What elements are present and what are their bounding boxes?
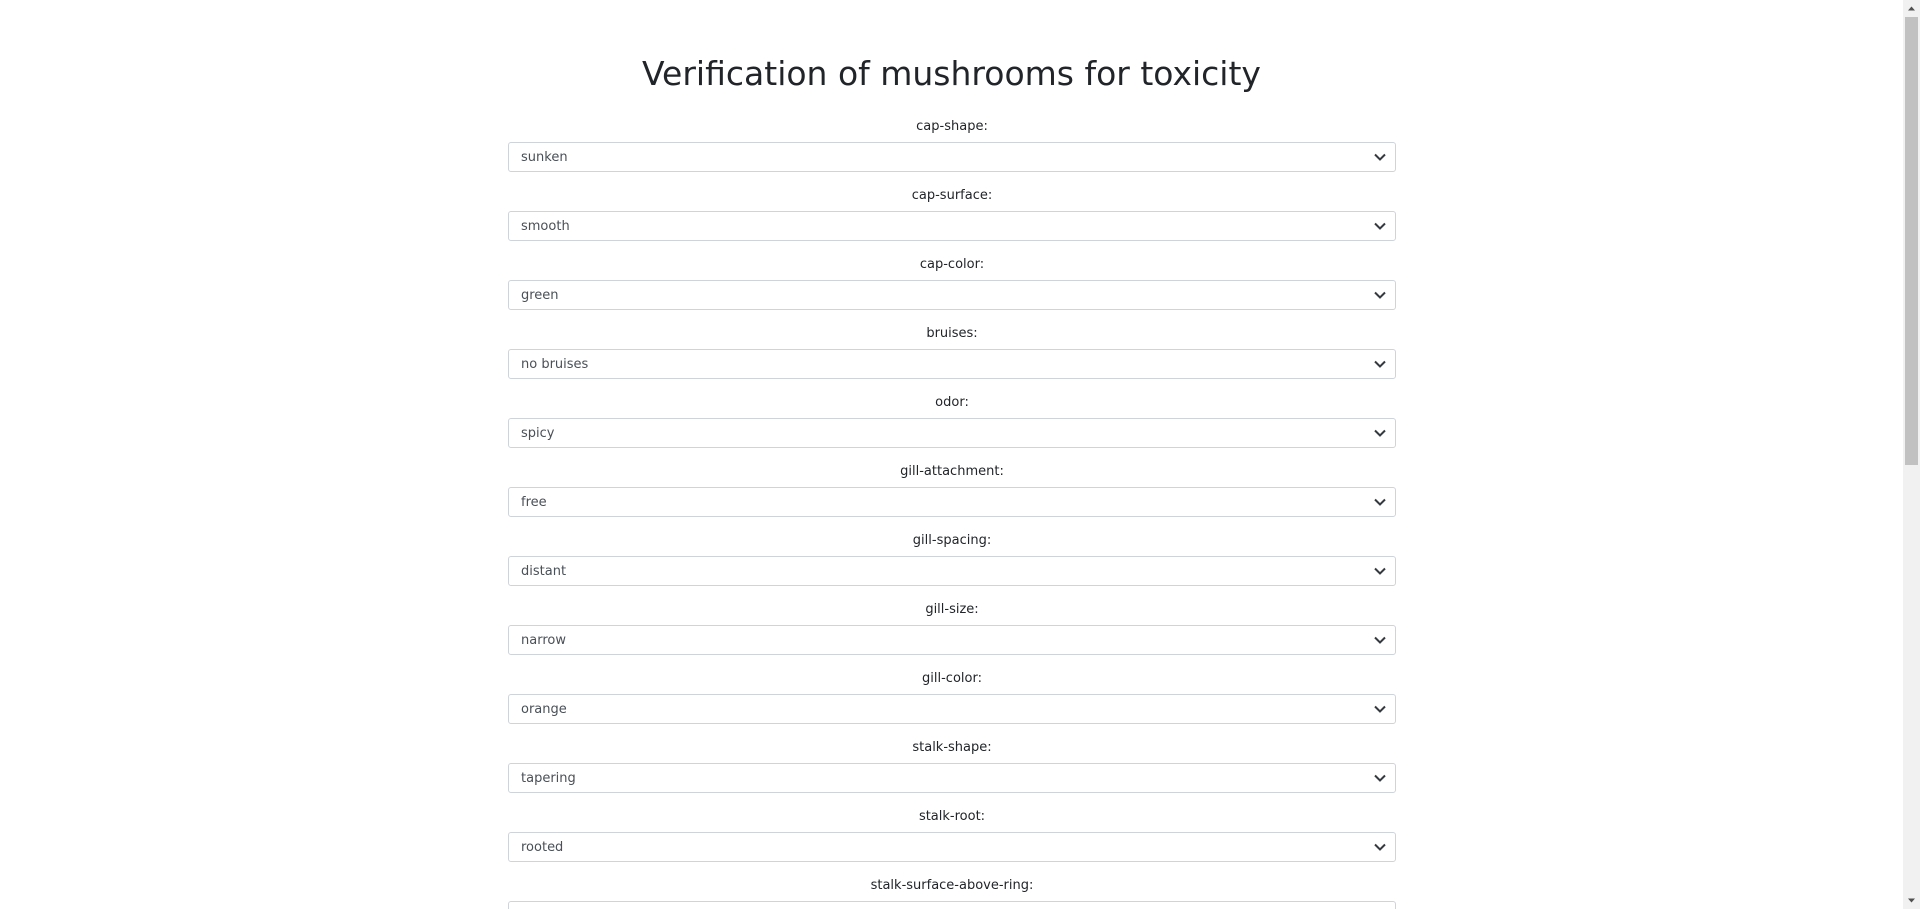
- scrollbar-thumb[interactable]: [1905, 17, 1918, 465]
- field-label: gill-color:: [922, 671, 982, 686]
- chevron-down-icon: [1374, 498, 1386, 506]
- stalk-root-select[interactable]: rooted: [508, 832, 1396, 862]
- field-stalk-root: stalk-root: rooted: [508, 807, 1396, 876]
- select-value: narrow: [521, 633, 566, 648]
- cap-shape-select[interactable]: sunken: [508, 142, 1396, 172]
- select-value: sunken: [521, 150, 568, 165]
- select-value: free: [521, 495, 547, 510]
- select-value: smooth: [521, 219, 570, 234]
- chevron-down-icon: [1374, 705, 1386, 713]
- odor-select[interactable]: spicy: [508, 418, 1396, 448]
- select-value: tapering: [521, 771, 576, 786]
- chevron-down-icon: [1374, 636, 1386, 644]
- gill-color-select[interactable]: orange: [508, 694, 1396, 724]
- field-gill-color: gill-color: orange: [508, 669, 1396, 738]
- chevron-down-icon: [1374, 774, 1386, 782]
- mushroom-form: cap-shape: sunken cap-surface: smooth ca…: [508, 117, 1396, 909]
- field-cap-color: cap-color: green: [508, 255, 1396, 324]
- chevron-down-icon: [1374, 843, 1386, 851]
- select-value: no bruises: [521, 357, 589, 372]
- field-label: stalk-root:: [918, 809, 986, 824]
- select-value: green: [521, 288, 559, 303]
- field-gill-size: gill-size: narrow: [508, 600, 1396, 669]
- chevron-down-icon: [1374, 360, 1386, 368]
- gill-size-select[interactable]: narrow: [508, 625, 1396, 655]
- field-odor: odor: spicy: [508, 393, 1396, 462]
- bruises-select[interactable]: no bruises: [508, 349, 1396, 379]
- field-label: stalk-shape:: [912, 740, 992, 755]
- chevron-down-icon: [1374, 222, 1386, 230]
- chevron-down-icon: [1374, 567, 1386, 575]
- select-value: spicy: [521, 426, 555, 441]
- field-stalk-surface-above-ring: stalk-surface-above-ring:: [508, 876, 1396, 909]
- field-label: gill-size:: [925, 602, 979, 617]
- stalk-shape-select[interactable]: tapering: [508, 763, 1396, 793]
- cap-color-select[interactable]: green: [508, 280, 1396, 310]
- field-cap-surface: cap-surface: smooth: [508, 186, 1396, 255]
- triangle-down-icon[interactable]: [1903, 892, 1920, 909]
- select-value: orange: [521, 702, 567, 717]
- cap-surface-select[interactable]: smooth: [508, 211, 1396, 241]
- field-label: cap-shape:: [916, 119, 988, 134]
- chevron-down-icon: [1374, 291, 1386, 299]
- field-stalk-shape: stalk-shape: tapering: [508, 738, 1396, 807]
- chevron-down-icon: [1374, 153, 1386, 161]
- chevron-down-icon: [1374, 429, 1386, 437]
- vertical-scrollbar[interactable]: [1903, 0, 1920, 909]
- field-gill-attachment: gill-attachment: free: [508, 462, 1396, 531]
- field-cap-shape: cap-shape: sunken: [508, 117, 1396, 186]
- browser-viewport: Verification of mushrooms for toxicity c…: [0, 0, 1920, 909]
- gill-attachment-select[interactable]: free: [508, 487, 1396, 517]
- triangle-up-icon[interactable]: [1903, 0, 1920, 17]
- gill-spacing-select[interactable]: distant: [508, 556, 1396, 586]
- page-title: Verification of mushrooms for toxicity: [642, 54, 1261, 93]
- field-gill-spacing: gill-spacing: distant: [508, 531, 1396, 600]
- field-label: gill-spacing:: [912, 533, 992, 548]
- field-label: odor:: [935, 395, 969, 410]
- stalk-surface-above-ring-select[interactable]: [508, 901, 1396, 909]
- select-value: rooted: [521, 840, 564, 855]
- field-bruises: bruises: no bruises: [508, 324, 1396, 393]
- field-label: gill-attachment:: [900, 464, 1004, 479]
- select-value: distant: [521, 564, 567, 579]
- field-label: cap-color:: [919, 257, 985, 272]
- field-label: cap-surface:: [911, 188, 993, 203]
- field-label: bruises:: [926, 326, 978, 341]
- field-label: stalk-surface-above-ring:: [870, 878, 1034, 893]
